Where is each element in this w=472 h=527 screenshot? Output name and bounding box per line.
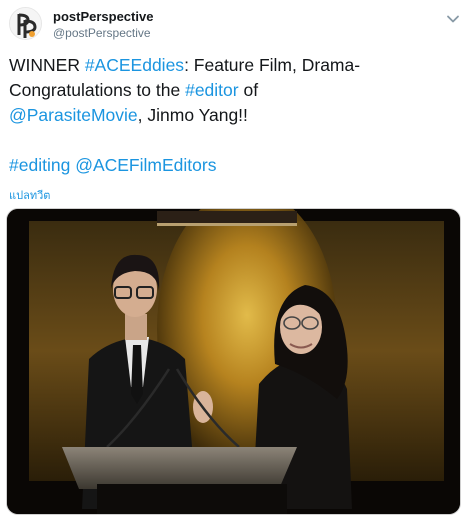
hashtag-aceeddies[interactable]: #ACEEddies xyxy=(85,55,184,75)
tweet-photo[interactable] xyxy=(6,208,461,515)
tweet-line: Congratulations to the #editor of xyxy=(9,78,459,103)
mention-parasitemovie[interactable]: @ParasiteMovie xyxy=(9,105,138,125)
text-segment: : Feature Film, Drama- xyxy=(184,55,361,75)
tweet-line: WINNER #ACEEddies: Feature Film, Drama- xyxy=(9,53,459,78)
tweet-header: postPerspective @postPerspective xyxy=(9,7,465,45)
pp-logo-icon xyxy=(10,8,41,39)
chevron-down-icon[interactable] xyxy=(445,11,461,27)
text-segment: , Jinmo Yang!! xyxy=(137,105,248,125)
tweet-text: WINNER #ACEEddies: Feature Film, Drama- … xyxy=(9,53,459,178)
user-handle[interactable]: @postPerspective xyxy=(53,25,153,41)
translate-tweet-link[interactable]: แปลทวีต xyxy=(9,186,50,204)
hashtag-editing[interactable]: #editing xyxy=(9,155,70,175)
award-stage-photo xyxy=(7,209,460,514)
mention-acefilmeditors[interactable]: @ACEFilmEditors xyxy=(75,155,216,175)
hashtag-editor[interactable]: #editor xyxy=(185,80,239,100)
tweet-line: @ParasiteMovie, Jinmo Yang!! xyxy=(9,103,459,128)
text-segment: WINNER xyxy=(9,55,85,75)
avatar[interactable] xyxy=(9,7,42,40)
text-segment: Congratulations to the xyxy=(9,80,186,100)
display-name[interactable]: postPerspective xyxy=(53,9,153,25)
text-segment: of xyxy=(238,80,259,100)
tweet-line: #editing @ACEFilmEditors xyxy=(9,153,459,178)
